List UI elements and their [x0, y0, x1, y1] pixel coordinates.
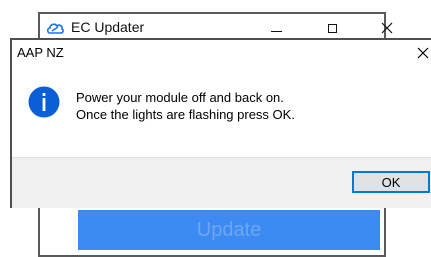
message-dialog: AAP NZ Power your module off and back on… [10, 38, 431, 208]
ok-button[interactable]: OK [352, 171, 430, 193]
dialog-message: Power your module off and back on. Once … [76, 89, 295, 123]
message-line: Once the lights are flashing press OK. [76, 107, 295, 122]
desktop: EC Updater Update AAP NZ Power your modu… [0, 0, 431, 257]
message-line: Power your module off and back on. [76, 90, 284, 105]
dialog-button-bar: OK [12, 157, 431, 208]
dialog-close-button[interactable] [416, 46, 430, 60]
maximize-button[interactable] [322, 20, 342, 36]
cloud-link-icon [46, 20, 64, 34]
ec-updater-title: EC Updater [71, 19, 145, 35]
close-icon [381, 22, 393, 34]
minimize-icon [270, 30, 282, 32]
info-icon [28, 86, 60, 118]
close-icon [417, 47, 429, 59]
ec-updater-close-button[interactable] [377, 20, 397, 36]
dialog-title: AAP NZ [17, 45, 64, 60]
minimize-button[interactable] [266, 20, 286, 36]
maximize-icon [327, 23, 337, 33]
update-button[interactable]: Update [78, 210, 380, 250]
